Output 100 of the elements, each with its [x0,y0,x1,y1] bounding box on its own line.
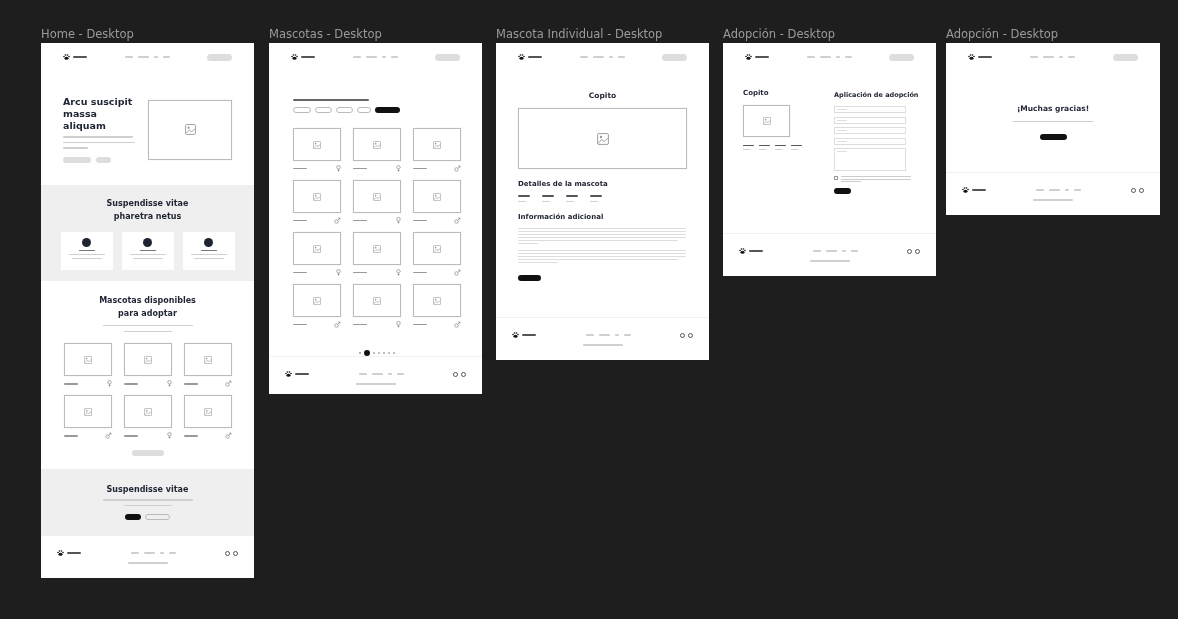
checkbox[interactable] [834,176,838,180]
text-line [542,195,554,197]
filter-button[interactable] [375,107,400,113]
text-line [1033,199,1073,201]
text-line [390,56,398,58]
text-line [566,195,578,197]
text-line [522,334,536,337]
text-line [608,56,613,58]
text-line [387,373,392,376]
image-icon [83,407,92,416]
text-line [579,56,588,58]
image-icon [313,296,321,305]
header-button[interactable] [435,53,460,61]
text-line [353,271,367,274]
male-symbol-icon [454,165,461,172]
text-line [844,56,852,58]
text-line [124,56,133,58]
text-line [127,562,168,564]
secondary-button[interactable] [96,156,111,163]
text-line [1030,56,1038,58]
text-line [71,258,102,260]
text-line [293,271,307,274]
image-icon [143,407,152,416]
male-symbol-icon [454,321,461,328]
female-symbol-icon [166,432,172,440]
text-line [193,258,224,260]
text-line [518,200,526,202]
text-line [1036,189,1044,192]
text-line [1043,56,1054,58]
male-symbol-icon [454,269,461,276]
frame-label[interactable]: Adopción - Desktop [946,27,1059,41]
text-line [183,435,198,437]
text-line [1068,56,1075,58]
message-field[interactable] [834,148,906,171]
image-icon [433,296,441,305]
header-button[interactable] [207,53,232,61]
text-line [582,344,623,346]
text-line [168,552,176,555]
text-line [542,200,550,202]
text-line [972,189,986,192]
filter-chip[interactable] [293,107,311,113]
text-line [759,149,766,151]
text-line [590,200,598,202]
header-button[interactable] [889,53,914,61]
female-symbol-icon [336,269,341,276]
female-symbol-icon [396,269,401,276]
text-line [129,254,166,256]
input-field[interactable] [834,106,906,113]
text-line [162,56,170,58]
frame-label[interactable]: Mascotas - Desktop [269,27,382,41]
text-line [585,334,594,337]
header-button[interactable] [1113,53,1138,61]
frame-label[interactable]: Mascota Individual - Desktop [496,27,663,41]
feature-icon [204,237,213,247]
text-line [123,383,138,385]
text-line [1074,189,1081,192]
input-field[interactable] [834,116,906,124]
text-line [73,56,87,58]
text-line [837,151,847,152]
text-line [623,334,631,337]
text-line [396,373,404,376]
primary-button[interactable] [125,513,141,520]
text-line [293,219,307,222]
more-button[interactable] [131,450,164,457]
filter-chip[interactable] [357,107,371,113]
adopt-button[interactable] [518,274,541,281]
text-line [68,254,105,256]
male-symbol-icon [334,217,341,224]
frame-label[interactable]: Adopción - Desktop [723,27,836,41]
text-line [1059,56,1063,58]
feature-icon [82,237,91,247]
text-line [381,56,386,58]
female-symbol-icon [336,165,341,172]
text-line [598,334,610,337]
text-line [137,56,149,58]
paw-icon [745,54,752,60]
text-line [123,435,138,437]
text-line [63,383,78,385]
text-line [850,250,858,253]
text-line [358,373,367,376]
male-symbol-icon [224,380,232,388]
text-line [528,56,542,58]
image-icon [203,355,212,364]
submit-button[interactable] [834,188,851,194]
text-line [63,141,135,144]
male-symbol-icon [454,217,461,224]
frame-label[interactable]: Home - Desktop [41,27,134,41]
section-heading: Suspendisse vitae pharetra netus [105,197,190,223]
image-icon [83,355,92,364]
filter-chip[interactable] [336,107,353,113]
filter-chip[interactable] [315,107,332,113]
input-field[interactable] [834,127,906,134]
input-field[interactable] [834,137,906,145]
text-line [353,167,367,170]
image-icon [433,244,441,253]
header-button[interactable] [662,53,687,61]
text-line [743,149,750,151]
return-button[interactable] [1039,134,1067,141]
paw-icon [962,187,969,194]
text-line [819,56,831,58]
